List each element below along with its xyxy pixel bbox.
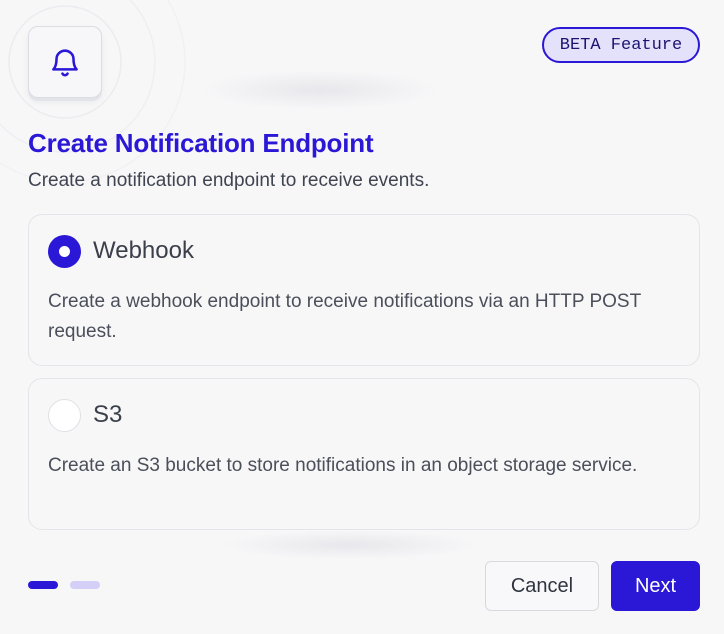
- page-subtitle: Create a notification endpoint to receiv…: [28, 170, 430, 191]
- beta-badge: BETA Feature: [542, 27, 700, 63]
- option-webhook[interactable]: Webhook Create a webhook endpoint to rec…: [28, 214, 700, 366]
- step-indicator: [28, 581, 100, 589]
- cancel-button[interactable]: Cancel: [485, 561, 599, 611]
- option-label: S3: [93, 401, 123, 428]
- step-dot-2: [70, 581, 100, 589]
- background-glow: [220, 530, 480, 560]
- bell-icon-container: [28, 26, 102, 98]
- radio-webhook[interactable]: [48, 235, 81, 268]
- option-label: Webhook: [93, 237, 194, 264]
- radio-s3[interactable]: [48, 399, 81, 432]
- background-glow: [200, 70, 440, 110]
- bell-icon: [52, 49, 78, 77]
- option-description: Create a webhook endpoint to receive not…: [48, 291, 641, 342]
- option-description: Create an S3 bucket to store notificatio…: [48, 455, 638, 476]
- option-s3[interactable]: S3 Create an S3 bucket to store notifica…: [28, 378, 700, 530]
- next-button[interactable]: Next: [611, 561, 700, 611]
- page-title: Create Notification Endpoint: [28, 128, 374, 158]
- step-dot-1: [28, 581, 58, 589]
